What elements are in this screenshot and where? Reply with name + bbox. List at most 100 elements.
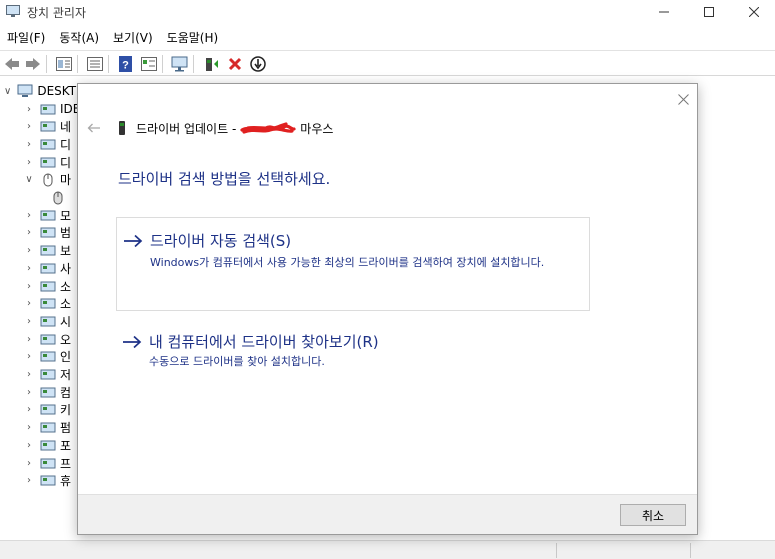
chevron-right-icon[interactable]: › (24, 138, 34, 150)
tree-node[interactable]: › 펌 (24, 419, 71, 437)
chevron-right-icon[interactable]: › (24, 121, 34, 133)
menu-view[interactable]: 보기(V) (106, 26, 160, 48)
disable-device-icon (250, 56, 266, 72)
tree-node[interactable]: › 프 (24, 454, 71, 472)
help-button[interactable]: ? (117, 55, 135, 73)
status-bar (0, 540, 775, 559)
properties-button[interactable] (55, 55, 73, 73)
tree-node[interactable]: › 디 (24, 135, 71, 153)
chevron-right-icon[interactable]: › (24, 439, 34, 451)
tree-node[interactable]: › 휴 (24, 472, 71, 490)
chevron-down-icon[interactable]: ∨ (24, 174, 34, 186)
tree-node[interactable] (44, 189, 70, 207)
monitor-icon (40, 208, 56, 222)
dialog-title-suffix: 마우스 (300, 122, 334, 136)
back-button[interactable] (3, 55, 21, 73)
tree-node[interactable]: › 보 (24, 242, 71, 260)
computer-icon (40, 385, 56, 399)
chevron-right-icon[interactable]: › (24, 315, 34, 327)
tree-node[interactable]: › 디 (24, 153, 71, 171)
list-view-icon (87, 57, 103, 71)
help-icon: ? (119, 56, 132, 72)
disable-device-button[interactable] (249, 55, 267, 73)
tree-node[interactable]: › 시 (24, 312, 71, 330)
update-driver-icon (206, 58, 218, 71)
tree-node[interactable]: › 키 (24, 401, 71, 419)
chevron-right-icon[interactable]: › (24, 298, 34, 310)
chevron-right-icon[interactable]: › (24, 457, 34, 469)
tree-node[interactable]: › 컴 (24, 383, 71, 401)
menu-action[interactable]: 동작(A) (52, 26, 106, 48)
chevron-right-icon[interactable]: › (24, 245, 34, 257)
chevron-right-icon[interactable]: › (24, 262, 34, 274)
tree-node[interactable]: › 모 (24, 206, 71, 224)
update-driver-button[interactable] (203, 55, 221, 73)
dialog-title: 드라이버 업데이트 - 마우스 (136, 120, 333, 137)
browse-computer-option[interactable]: 내 컴퓨터에서 드라이버 찾아보기(R) 수동으로 드라이버를 찾아 설치합니다… (116, 329, 590, 379)
arrow-right-icon (124, 234, 143, 247)
forward-button[interactable] (24, 55, 42, 73)
chevron-right-icon[interactable]: › (24, 351, 34, 363)
tree-node-label: 디 (60, 137, 72, 152)
tree-node[interactable]: ∨ 마 (24, 171, 71, 189)
tree-node[interactable]: › IDE (24, 100, 80, 118)
chevron-right-icon[interactable]: › (24, 422, 34, 434)
cancel-button[interactable]: 취소 (620, 504, 686, 526)
close-icon (677, 93, 689, 105)
device-manager-app-icon (6, 5, 20, 17)
minimize-button[interactable] (641, 0, 687, 24)
chevron-right-icon[interactable]: › (24, 475, 34, 487)
maximize-icon (704, 7, 714, 17)
tree-root-label: DESKT (37, 84, 77, 98)
tree-node[interactable]: › 네 (24, 118, 71, 136)
menu-help[interactable]: 도움말(H) (160, 26, 226, 48)
tree-node-label: 네 (60, 120, 72, 135)
uninstall-device-button[interactable] (226, 55, 244, 73)
maximize-button[interactable] (686, 0, 732, 24)
title-bar: 장치 관리자 (0, 0, 775, 24)
toolbar-separator (193, 55, 194, 73)
details-button[interactable] (140, 55, 158, 73)
tree-node[interactable]: › 사 (24, 259, 71, 277)
tree-node-label: 마 (60, 173, 72, 188)
update-driver-dialog: 드라이버 업데이트 - 마우스 드라이버 검색 방법을 선택하세요. 드라이버 … (77, 83, 698, 535)
tree-node[interactable]: › 오 (24, 330, 71, 348)
chevron-right-icon[interactable]: › (24, 227, 34, 239)
tree-node-label: 인 (60, 350, 72, 365)
chevron-right-icon[interactable]: › (24, 103, 34, 115)
minimize-icon (659, 11, 669, 13)
chevron-right-icon[interactable]: › (24, 209, 34, 221)
tree-node[interactable]: › 포 (24, 436, 71, 454)
tree-node[interactable]: › 범 (24, 224, 71, 242)
menu-file[interactable]: 파일(F) (0, 26, 52, 48)
tree-node[interactable]: › 소 (24, 295, 71, 313)
chevron-right-icon[interactable]: › (24, 156, 34, 168)
chevron-right-icon[interactable]: › (24, 369, 34, 381)
auto-search-option[interactable]: 드라이버 자동 검색(S) Windows가 컴퓨터에서 사용 가능한 최상의 … (116, 217, 590, 311)
chevron-right-icon[interactable]: › (24, 386, 34, 398)
browse-computer-title: 내 컴퓨터에서 드라이버 찾아보기(R) (149, 333, 379, 351)
chevron-right-icon[interactable]: › (24, 404, 34, 416)
tree-node-label: 보 (60, 244, 72, 259)
keyboard-icon (40, 403, 56, 417)
auto-search-title: 드라이버 자동 검색(S) (150, 232, 292, 250)
chevron-right-icon[interactable]: › (24, 280, 34, 292)
list-view-button[interactable] (86, 55, 104, 73)
firmware-icon (40, 421, 56, 435)
dialog-back-button[interactable] (86, 120, 102, 136)
system-device-icon (40, 314, 56, 328)
ide-controller-icon (40, 102, 56, 116)
tree-node-label: 컴 (60, 385, 72, 400)
tree-node[interactable]: › 소 (24, 277, 71, 295)
dialog-close-button[interactable] (674, 90, 692, 108)
tree-root-node[interactable]: ∨ DESKT (4, 82, 76, 100)
print-queue-icon (40, 350, 56, 364)
tree-node-label: 저 (60, 368, 72, 382)
monitor-scan-icon (171, 56, 188, 72)
arrow-right-icon (123, 335, 142, 348)
scan-hardware-button[interactable] (171, 55, 189, 73)
tree-node[interactable]: › 인 (24, 348, 71, 366)
tree-node[interactable]: › 저 (24, 366, 71, 384)
chevron-right-icon[interactable]: › (24, 333, 34, 345)
close-window-button[interactable] (731, 0, 775, 24)
